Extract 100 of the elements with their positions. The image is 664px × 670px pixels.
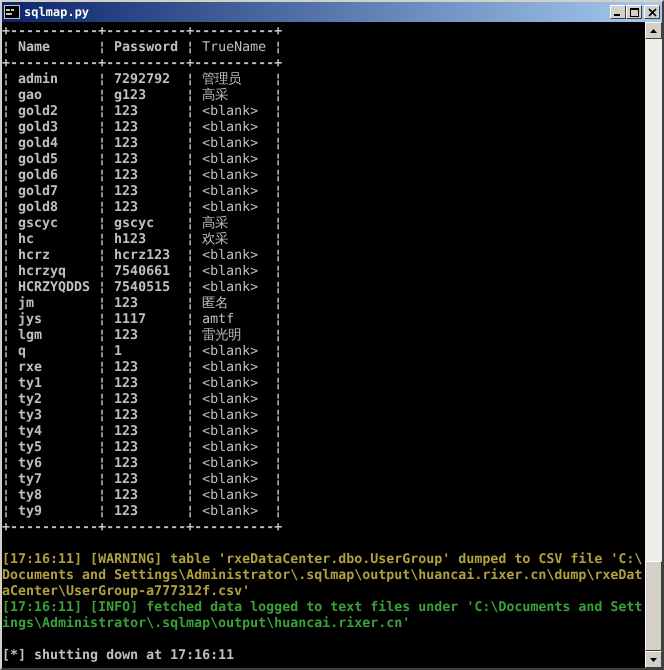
separator-glyph: ¦ bbox=[274, 392, 282, 408]
separator-glyph: ¦ bbox=[186, 216, 194, 232]
table-cell-text: gold5 bbox=[17, 152, 60, 168]
separator-glyph: ¦ bbox=[98, 424, 106, 440]
table-cell-text: 123 bbox=[113, 104, 140, 120]
separator-glyph: ¦ bbox=[2, 200, 10, 216]
separator-glyph: ¦ bbox=[274, 216, 282, 232]
table-cell-text: gold4 bbox=[17, 136, 60, 152]
scroll-thumb[interactable] bbox=[645, 561, 662, 651]
status-message: [*] shutting down at 17:16:11 bbox=[2, 648, 234, 664]
separator-glyph: ¦ bbox=[274, 248, 282, 264]
separator-glyph: ¦ bbox=[186, 136, 194, 152]
table-cell-text: 123 bbox=[113, 440, 140, 456]
table-cell-text: admin bbox=[17, 72, 60, 88]
separator-glyph: ¦ bbox=[2, 184, 10, 200]
table-cell-text: <blank> bbox=[201, 184, 260, 200]
separator-glyph: ¦ bbox=[98, 136, 106, 152]
table-cell-text: 123 bbox=[113, 488, 140, 504]
table-cell-text: hcrz123 bbox=[113, 248, 172, 264]
separator-glyph: ¦ bbox=[274, 408, 282, 424]
separator-glyph: ¦ bbox=[186, 248, 194, 264]
separator-glyph: ¦ bbox=[274, 168, 282, 184]
table-cell-text: 7540515 bbox=[113, 280, 172, 296]
separator-glyph: ¦ bbox=[186, 88, 194, 104]
console-icon bbox=[4, 5, 20, 19]
table-cell-text: 123 bbox=[113, 136, 140, 152]
table-cell-text: ty4 bbox=[17, 424, 44, 440]
table-cell-text: <blank> bbox=[201, 136, 260, 152]
separator-glyph: ¦ bbox=[186, 296, 194, 312]
separator-glyph: ¦ bbox=[2, 488, 10, 504]
separator-glyph: ¦ bbox=[274, 504, 282, 520]
separator-glyph: ¦ bbox=[274, 328, 282, 344]
minimize-button[interactable] bbox=[610, 5, 626, 19]
table-cell-text: <blank> bbox=[201, 504, 260, 520]
table-cell-text: gold8 bbox=[17, 200, 60, 216]
separator-glyph: ¦ bbox=[186, 200, 194, 216]
separator-glyph: ¦ bbox=[2, 376, 10, 392]
table-border-line: +-----------+----------+----------+ bbox=[2, 24, 282, 40]
table-cell-text: <blank> bbox=[201, 152, 260, 168]
separator-glyph: ¦ bbox=[274, 120, 282, 136]
separator-glyph: ¦ bbox=[186, 104, 194, 120]
separator-glyph: ¦ bbox=[2, 408, 10, 424]
table-cell-text: ty3 bbox=[17, 408, 44, 424]
scroll-up-button[interactable] bbox=[645, 22, 662, 39]
table-cell-text: <blank> bbox=[201, 392, 260, 408]
separator-glyph: ¦ bbox=[2, 472, 10, 488]
table-cell-text: 123 bbox=[113, 504, 140, 520]
table-cell-text: gscyc bbox=[113, 216, 156, 232]
separator-glyph: ¦ bbox=[2, 40, 10, 56]
table-cell-text: 123 bbox=[113, 424, 140, 440]
table-cell-text: amtf bbox=[201, 312, 236, 328]
separator-glyph: ¦ bbox=[98, 104, 106, 120]
table-cell-text: jys bbox=[17, 312, 44, 328]
separator-glyph: ¦ bbox=[98, 72, 106, 88]
separator-glyph: ¦ bbox=[98, 232, 106, 248]
table-cell-text: gold3 bbox=[17, 120, 60, 136]
scroll-down-button[interactable] bbox=[645, 651, 662, 668]
separator-glyph: ¦ bbox=[274, 152, 282, 168]
separator-glyph: ¦ bbox=[2, 328, 10, 344]
table-cell-text: <blank> bbox=[201, 120, 260, 136]
table-cell-text: gao bbox=[17, 88, 44, 104]
separator-glyph: ¦ bbox=[98, 296, 106, 312]
table-cell-text: 123 bbox=[113, 168, 140, 184]
down-arrow-icon bbox=[650, 658, 657, 662]
separator-glyph: ¦ bbox=[274, 344, 282, 360]
separator-glyph: ¦ bbox=[186, 408, 194, 424]
separator-glyph: ¦ bbox=[2, 216, 10, 232]
separator-glyph: ¦ bbox=[186, 184, 194, 200]
table-cell-text: ty1 bbox=[17, 376, 44, 392]
separator-glyph: ¦ bbox=[274, 104, 282, 120]
table-cell-text: <blank> bbox=[201, 280, 260, 296]
separator-glyph: ¦ bbox=[98, 376, 106, 392]
separator-glyph: ¦ bbox=[186, 72, 194, 88]
separator-glyph: ¦ bbox=[274, 456, 282, 472]
separator-glyph: ¦ bbox=[186, 344, 194, 360]
table-cell-text: <blank> bbox=[201, 104, 260, 120]
table-cell-text: 7292792 bbox=[113, 72, 172, 88]
separator-glyph: ¦ bbox=[98, 344, 106, 360]
separator-glyph: ¦ bbox=[274, 376, 282, 392]
separator-glyph: ¦ bbox=[274, 360, 282, 376]
table-cell-text: 雷光明 bbox=[201, 328, 242, 344]
table-cell-text: gold6 bbox=[17, 168, 60, 184]
separator-glyph: ¦ bbox=[2, 248, 10, 264]
table-cell-text: 123 bbox=[113, 328, 140, 344]
maximize-button[interactable] bbox=[626, 5, 642, 19]
table-cell-text: 123 bbox=[113, 184, 140, 200]
separator-glyph: ¦ bbox=[186, 440, 194, 456]
separator-glyph: ¦ bbox=[2, 264, 10, 280]
table-cell-text: 管理员 bbox=[201, 72, 242, 88]
table-cell-text: hc bbox=[17, 232, 36, 248]
separator-glyph: ¦ bbox=[274, 280, 282, 296]
column-header: Name bbox=[17, 40, 52, 56]
separator-glyph: ¦ bbox=[274, 312, 282, 328]
separator-glyph: ¦ bbox=[2, 72, 10, 88]
table-cell-text: 高采 bbox=[201, 88, 230, 104]
separator-glyph: ¦ bbox=[274, 200, 282, 216]
separator-glyph: ¦ bbox=[186, 152, 194, 168]
separator-glyph: ¦ bbox=[98, 360, 106, 376]
close-button[interactable] bbox=[644, 5, 660, 19]
scrollbar[interactable] bbox=[645, 22, 662, 668]
